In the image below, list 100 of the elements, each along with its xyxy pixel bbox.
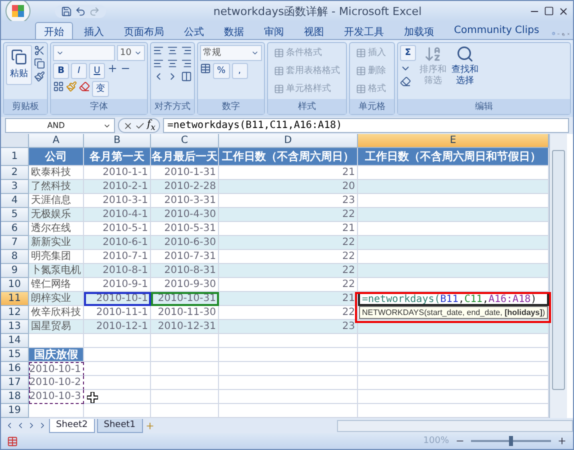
border-icon[interactable] <box>53 80 64 92</box>
group-label: 数字 <box>198 98 264 114</box>
ribbon-tab[interactable]: 视图 <box>295 22 333 39</box>
row-header[interactable]: 2 <box>1 166 29 180</box>
zoom-level: 100% <box>423 436 449 446</box>
table-cell: 2010-9-30 <box>151 278 219 292</box>
header-cell: 工作日数（不含周六周日和节假日） <box>358 148 549 166</box>
row-header[interactable]: 7 <box>1 236 29 250</box>
header-cell: 工作日数（不含周六周日） <box>219 148 358 166</box>
column-header[interactable]: D <box>219 134 358 148</box>
paste-button[interactable]: 粘贴 <box>6 44 32 85</box>
first-sheet-icon[interactable] <box>5 421 14 430</box>
copy-icon[interactable] <box>34 58 45 69</box>
find-select-label[interactable]: 查找和选择 <box>450 64 480 87</box>
find-icon[interactable] <box>456 44 474 63</box>
row-header[interactable]: 11 <box>1 292 29 306</box>
formula-text: =networkdays( <box>362 294 440 305</box>
ribbon-tab[interactable]: 页面布局 <box>115 22 173 39</box>
ribbon-tab[interactable]: 公式 <box>175 22 213 39</box>
row-header[interactable]: 8 <box>1 250 29 264</box>
row-header[interactable]: 18 <box>1 390 29 404</box>
format-painter-icon[interactable] <box>34 70 45 82</box>
column-header[interactable]: E <box>358 134 549 148</box>
row-header[interactable]: 14 <box>1 334 29 348</box>
phonetic-button[interactable]: 变 <box>92 80 109 97</box>
insert-function-label[interactable]: f$_{x}$ <box>147 119 156 132</box>
formula-text: A16:A18 <box>488 294 531 305</box>
cancel-icon[interactable] <box>123 120 133 131</box>
row-header[interactable]: 17 <box>1 376 29 390</box>
table-icon <box>274 84 284 94</box>
ribbon-tab[interactable]: 加载项 <box>395 22 443 39</box>
row-header[interactable]: 3 <box>1 180 29 194</box>
cut-icon[interactable] <box>34 44 45 56</box>
font-size-value: 10 <box>120 48 132 58</box>
fill-color-icon[interactable] <box>66 80 77 92</box>
vertical-scrollbar[interactable] <box>549 134 567 418</box>
row-header[interactable]: 16 <box>1 362 29 376</box>
row-header[interactable]: 5 <box>1 208 29 222</box>
percent-button[interactable]: % <box>213 62 230 79</box>
row-header[interactable]: 13 <box>1 320 29 334</box>
undo-icon[interactable] <box>75 6 86 16</box>
ribbon-tab[interactable]: 数据 <box>215 22 253 39</box>
formula-text: B11 <box>440 294 458 305</box>
close-icon[interactable] <box>558 6 569 16</box>
table-cell: 2010-10-31 <box>151 292 219 306</box>
name-box[interactable]: AND <box>5 118 115 134</box>
horizontal-scrollbar[interactable] <box>336 420 573 432</box>
row-header[interactable]: 4 <box>1 194 29 208</box>
new-sheet-icon[interactable] <box>144 420 154 431</box>
header-cell: 各月第一天 <box>84 148 151 166</box>
next-sheet-icon[interactable] <box>27 421 36 430</box>
align-center-icon[interactable] <box>167 58 178 69</box>
table-cell: 2010-9-1 <box>84 278 151 292</box>
align-left-icon[interactable] <box>153 58 164 69</box>
group-label: 剪贴板 <box>4 98 47 114</box>
table-icon <box>274 48 284 58</box>
font-name-field[interactable] <box>53 44 115 61</box>
clear-icon[interactable] <box>400 76 411 87</box>
row-header[interactable]: 9 <box>1 264 29 278</box>
last-sheet-icon[interactable] <box>38 421 47 430</box>
underline-button[interactable]: U <box>89 62 105 79</box>
number-format-field[interactable]: 常规 <box>200 44 262 61</box>
sheet-tab[interactable]: Sheet1 <box>96 418 142 433</box>
row-header[interactable]: 6 <box>1 222 29 236</box>
row-header[interactable]: 1 <box>1 148 29 166</box>
ribbon-tab[interactable]: Community Clips <box>445 22 548 39</box>
row-header[interactable]: 15 <box>1 348 29 362</box>
ribbon-tab[interactable]: 开发工具 <box>335 22 393 39</box>
sort-icon[interactable] <box>424 44 442 63</box>
italic-button[interactable]: I <box>71 62 87 79</box>
formula-text: , <box>482 294 488 305</box>
ribbon-tab[interactable]: 开始 <box>35 22 73 39</box>
bold-button[interactable]: B <box>53 62 69 79</box>
save-icon[interactable] <box>61 6 72 16</box>
autosum-button[interactable]: Σ <box>400 44 416 61</box>
group-label: 字体 <box>51 98 147 114</box>
window-title: networkdays函数详解 - Microsoft Excel <box>212 4 423 18</box>
row-header[interactable]: 19 <box>1 404 29 418</box>
row-header[interactable]: 10 <box>1 278 29 292</box>
header-cell: 各月最后一天 <box>151 148 219 166</box>
row-header[interactable]: 12 <box>1 306 29 320</box>
align-right-icon[interactable] <box>181 58 192 69</box>
formula-field[interactable]: =networkdays(B11,C11,A16:A18) <box>163 118 569 134</box>
header-cell: 公司 <box>29 148 84 166</box>
ribbon-tab[interactable]: 审阅 <box>255 22 293 39</box>
ribbon-tab[interactable]: 插入 <box>75 22 113 39</box>
sheet-tab[interactable]: Sheet2 <box>49 418 95 433</box>
formula-text: C11 <box>464 294 482 305</box>
column-header[interactable]: B <box>84 134 151 148</box>
zoom-thumb[interactable] <box>509 436 513 446</box>
zoom-in-icon[interactable] <box>557 436 567 446</box>
table-icon <box>274 66 284 76</box>
enter-icon[interactable] <box>135 120 145 131</box>
comma-button[interactable]: , <box>232 62 248 79</box>
font-size-field[interactable]: 10 <box>117 44 145 61</box>
column-header[interactable]: C <box>151 134 219 148</box>
column-header[interactable]: A <box>29 134 84 148</box>
previous-sheet-icon[interactable] <box>16 421 25 430</box>
maximize-icon[interactable] <box>544 6 554 16</box>
table-icon <box>356 48 366 58</box>
